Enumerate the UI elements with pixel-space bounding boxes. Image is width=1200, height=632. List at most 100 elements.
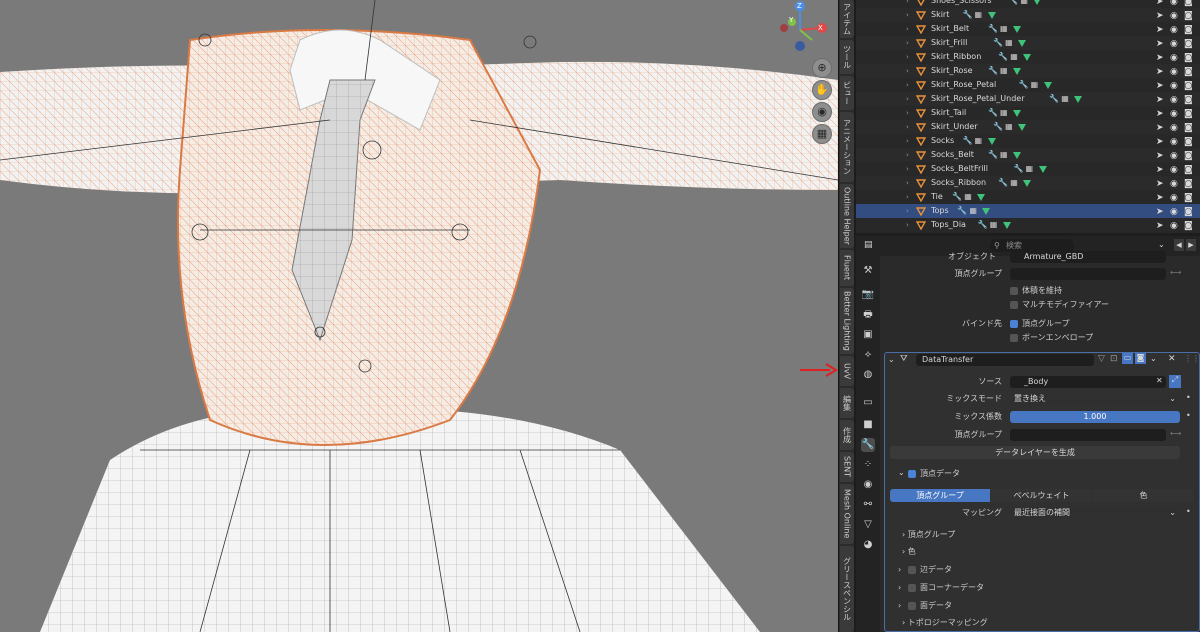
expand-chevron-icon[interactable]: › bbox=[906, 134, 909, 148]
eye-icon[interactable]: ◉ bbox=[1170, 93, 1178, 107]
select-arrow-icon[interactable]: ➤ bbox=[1156, 51, 1164, 65]
modifier-name-field[interactable]: DataTransfer bbox=[916, 354, 1094, 366]
eye-icon[interactable]: ◉ bbox=[1170, 163, 1178, 177]
outliner-row[interactable]: › Skirt_Belt ➤ ◉ ◙ 🔧 ▦ bbox=[856, 22, 1200, 36]
edge-data-chevron-icon[interactable]: › bbox=[898, 564, 901, 576]
edit-mode-toggle-icon[interactable]: ▽ bbox=[1098, 354, 1105, 364]
tab-outline-helper[interactable]: Outline Helper bbox=[840, 184, 854, 248]
expand-chevron-icon[interactable]: › bbox=[906, 0, 909, 8]
select-arrow-icon[interactable]: ➤ bbox=[1156, 135, 1164, 149]
preserve-volume-checkbox[interactable] bbox=[1010, 287, 1018, 295]
subpanel-vertex-groups[interactable]: › 頂点グループ bbox=[902, 529, 955, 541]
drag-handle-icon[interactable]: ⋮⋮ bbox=[1184, 354, 1200, 363]
outliner-row[interactable]: › Skirt_Rose_Petal_Under ➤ ◉ ◙ 🔧 ▦ bbox=[856, 92, 1200, 106]
subpanel-color[interactable]: › 色 bbox=[902, 546, 916, 558]
select-arrow-icon[interactable]: ➤ bbox=[1156, 163, 1164, 177]
outliner-row[interactable]: › Tie ➤ ◉ ◙ 🔧 ▦ bbox=[856, 190, 1200, 204]
particles-icon[interactable]: ⁘ bbox=[861, 458, 875, 472]
invert-arrows-icon[interactable]: ⟷ bbox=[1170, 268, 1181, 277]
edge-data-checkbox[interactable] bbox=[908, 566, 916, 574]
camera-icon[interactable]: ◙ bbox=[1184, 191, 1193, 205]
outliner-row[interactable]: › Socks_BeltFrill ➤ ◉ ◙ 🔧 ▦ bbox=[856, 162, 1200, 176]
camera-icon[interactable]: ◙ bbox=[1184, 135, 1193, 149]
properties-editor[interactable]: ▤ ⚲ 検索 ⌄ ◀ ▶ ⚒ 📷 🖶 ▣ ⟡ ◍ ▭ ■ 🔧 ⁘ ◉ ⚯ ▽ ◕… bbox=[856, 236, 1200, 632]
output-icon[interactable]: 🖶 bbox=[861, 308, 875, 322]
expand-chevron-icon[interactable]: › bbox=[906, 36, 909, 50]
outliner-row[interactable]: › Skirt_Ribbon ➤ ◉ ◙ 🔧 ▦ bbox=[856, 50, 1200, 64]
eye-icon[interactable]: ◉ bbox=[1170, 205, 1178, 219]
camera-icon[interactable]: ◙ bbox=[1184, 37, 1193, 51]
armature-vertex-group-field[interactable] bbox=[1010, 268, 1166, 280]
tab-item[interactable]: アイテム bbox=[840, 0, 854, 38]
object-transform-icon[interactable]: ⤢ bbox=[1169, 375, 1181, 388]
camera-icon[interactable]: ◙ bbox=[1184, 23, 1193, 37]
face-corner-chevron-icon[interactable]: › bbox=[898, 582, 901, 594]
eye-icon[interactable]: ◉ bbox=[1170, 107, 1178, 121]
outliner-row[interactable]: › Skirt_Tail ➤ ◉ ◙ 🔧 ▦ bbox=[856, 106, 1200, 120]
vertex-data-checkbox[interactable] bbox=[908, 470, 916, 478]
tab-uvv[interactable]: UvV bbox=[840, 356, 854, 386]
camera-icon[interactable]: ◙ bbox=[1184, 219, 1193, 233]
outliner-row[interactable]: › Socks_Belt ➤ ◉ ◙ 🔧 ▦ bbox=[856, 148, 1200, 162]
keyframe-dot-icon[interactable]: • bbox=[1186, 507, 1191, 516]
bind-vertex-groups-checkbox[interactable] bbox=[1010, 320, 1018, 328]
eye-icon[interactable]: ◉ bbox=[1170, 9, 1178, 23]
expand-chevron-icon[interactable]: › bbox=[906, 64, 909, 78]
3d-viewport[interactable]: X Z Y ⊕ ✋ ◉ ▦ bbox=[0, 0, 838, 632]
eye-icon[interactable]: ◉ bbox=[1170, 23, 1178, 37]
scene-icon[interactable]: ⟡ bbox=[861, 348, 875, 362]
select-arrow-icon[interactable]: ➤ bbox=[1156, 205, 1164, 219]
keyframe-dot-icon[interactable]: • bbox=[1186, 411, 1191, 420]
eye-icon[interactable]: ◉ bbox=[1170, 37, 1178, 51]
tab-sent[interactable]: SENT bbox=[840, 452, 854, 482]
collapse-chevron-icon[interactable]: ⌄ bbox=[888, 355, 895, 364]
source-field[interactable]: _Body bbox=[1010, 376, 1166, 388]
camera-icon[interactable]: ◙ bbox=[1184, 149, 1193, 163]
tab-edit[interactable]: 編集 bbox=[840, 388, 854, 418]
dt-vertex-group-field[interactable] bbox=[1010, 429, 1166, 441]
face-data-checkbox[interactable] bbox=[908, 602, 916, 610]
physics-icon[interactable]: ◉ bbox=[861, 478, 875, 492]
world-icon[interactable]: ◍ bbox=[861, 368, 875, 382]
tab-create[interactable]: 作成 bbox=[840, 420, 854, 450]
render-camera-icon[interactable]: ◙ bbox=[1135, 353, 1146, 364]
vertex-data-chevron-icon[interactable]: ⌄ bbox=[898, 468, 905, 477]
expand-chevron-icon[interactable]: › bbox=[906, 106, 909, 120]
select-arrow-icon[interactable]: ➤ bbox=[1156, 79, 1164, 93]
modifier-menu-chevron-icon[interactable]: ⌄ bbox=[1150, 354, 1157, 363]
modifier-wrench-icon[interactable]: 🔧 bbox=[861, 438, 875, 452]
expand-chevron-icon[interactable]: › bbox=[906, 78, 909, 92]
tab-grease-pencil[interactable]: グリースペンシル bbox=[840, 546, 854, 632]
mix-factor-slider[interactable]: 1.000 bbox=[1010, 411, 1180, 423]
nav-forward-icon[interactable]: ▶ bbox=[1186, 239, 1196, 251]
keyframe-dot-icon[interactable]: • bbox=[1186, 393, 1191, 402]
eye-icon[interactable]: ◉ bbox=[1170, 177, 1178, 191]
outliner-row[interactable]: › Skirt_Frill ➤ ◉ ◙ 🔧 ▦ bbox=[856, 36, 1200, 50]
expand-chevron-icon[interactable]: › bbox=[906, 204, 909, 218]
select-arrow-icon[interactable]: ➤ bbox=[1156, 107, 1164, 121]
editor-type-icon[interactable]: ▤ bbox=[864, 240, 873, 250]
camera-icon[interactable]: ◙ bbox=[1184, 163, 1193, 177]
armature-object-field[interactable]: Armature_GBD bbox=[1010, 251, 1166, 263]
outliner-row[interactable]: › Tops ➤ ◉ ◙ 🔧 ▦ bbox=[856, 204, 1200, 218]
select-arrow-icon[interactable]: ➤ bbox=[1156, 65, 1164, 79]
tab-better-lighting[interactable]: Better Lighting bbox=[840, 288, 854, 354]
select-arrow-icon[interactable]: ➤ bbox=[1156, 23, 1164, 37]
face-corner-data-checkbox[interactable] bbox=[908, 584, 916, 592]
expand-chevron-icon[interactable]: › bbox=[906, 50, 909, 64]
view-layer-icon[interactable]: ▣ bbox=[861, 328, 875, 342]
zoom-icon[interactable]: ⊕ bbox=[812, 58, 832, 78]
nav-back-icon[interactable]: ◀ bbox=[1174, 239, 1184, 251]
outliner-row[interactable]: › Tops_Dia ➤ ◉ ◙ 🔧 ▦ bbox=[856, 218, 1200, 232]
outliner-row[interactable]: › Skirt_Rose ➤ ◉ ◙ 🔧 ▦ bbox=[856, 64, 1200, 78]
select-arrow-icon[interactable]: ➤ bbox=[1156, 149, 1164, 163]
generate-data-layers-button[interactable]: データレイヤーを生成 bbox=[890, 446, 1180, 459]
mix-mode-dropdown[interactable]: 置き換え ⌄ bbox=[1010, 393, 1180, 405]
outliner-row[interactable]: › Socks ➤ ◉ ◙ 🔧 ▦ bbox=[856, 134, 1200, 148]
render-icon[interactable]: 📷 bbox=[861, 288, 875, 302]
select-arrow-icon[interactable]: ➤ bbox=[1156, 9, 1164, 23]
bind-bone-envelopes-checkbox[interactable] bbox=[1010, 334, 1018, 342]
camera-icon[interactable]: ◙ bbox=[1184, 205, 1193, 219]
tab-mesh-online[interactable]: Mesh Online bbox=[840, 484, 854, 544]
select-arrow-icon[interactable]: ➤ bbox=[1156, 191, 1164, 205]
